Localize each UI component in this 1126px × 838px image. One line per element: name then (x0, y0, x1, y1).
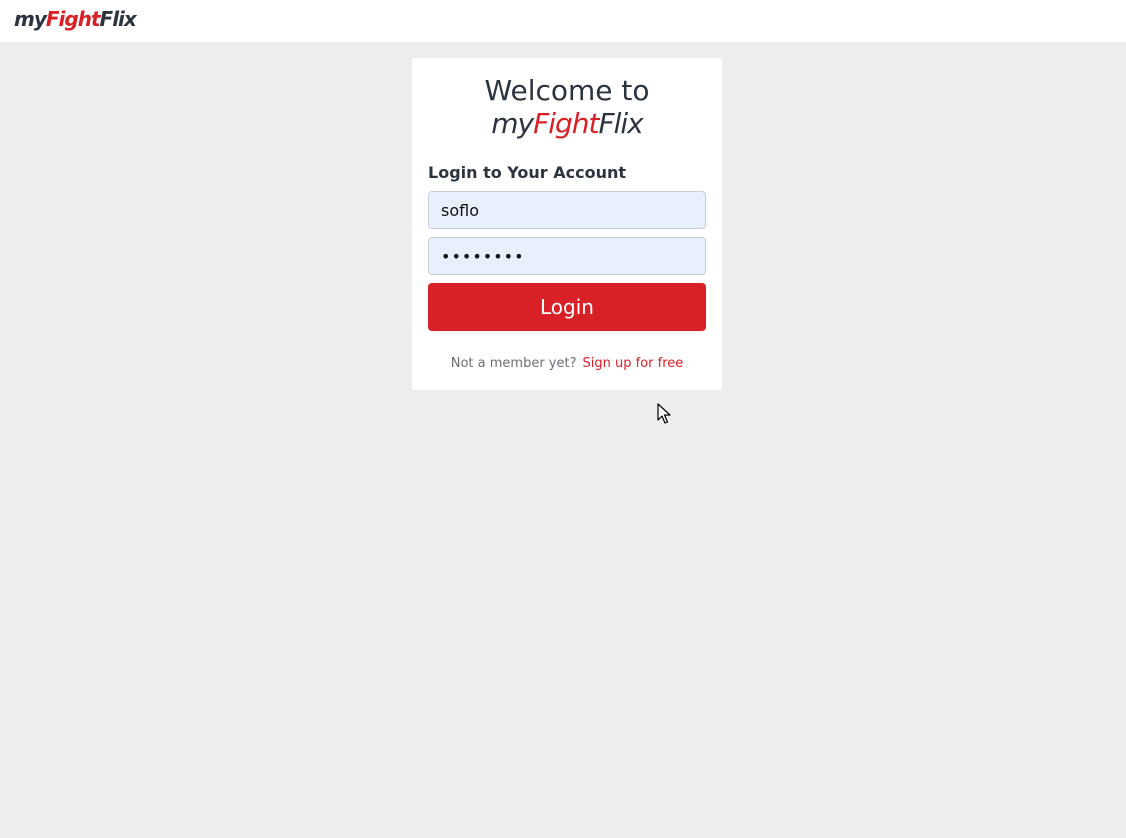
username-input[interactable] (428, 191, 706, 229)
signup-prompt: Not a member yet? (450, 356, 577, 371)
login-card: Welcome to myFightFlix Login to Your Acc… (412, 58, 722, 390)
top-navbar: myFightFlix (0, 0, 1126, 42)
welcome-logo-part-my: my (491, 107, 534, 140)
logo-part-fight: Fight (45, 7, 101, 31)
brand-logo[interactable]: myFightFlix (14, 5, 137, 33)
login-button[interactable]: Login (428, 283, 706, 331)
signup-row: Not a member yet? Sign up for free (412, 355, 722, 373)
logo-part-flix: Flix (99, 7, 137, 31)
logo-part-my: my (14, 7, 47, 31)
welcome-logo-part-flix: Flix (598, 107, 644, 140)
mouse-pointer-icon (657, 403, 671, 424)
welcome-brand-logo: myFightFlix (412, 108, 722, 140)
password-input[interactable] (428, 237, 706, 275)
welcome-title: Welcome to (484, 74, 650, 107)
login-heading: Login to Your Account (428, 163, 627, 182)
signup-link[interactable]: Sign up for free (583, 356, 684, 371)
welcome-logo-part-fight: Fight (533, 107, 599, 140)
